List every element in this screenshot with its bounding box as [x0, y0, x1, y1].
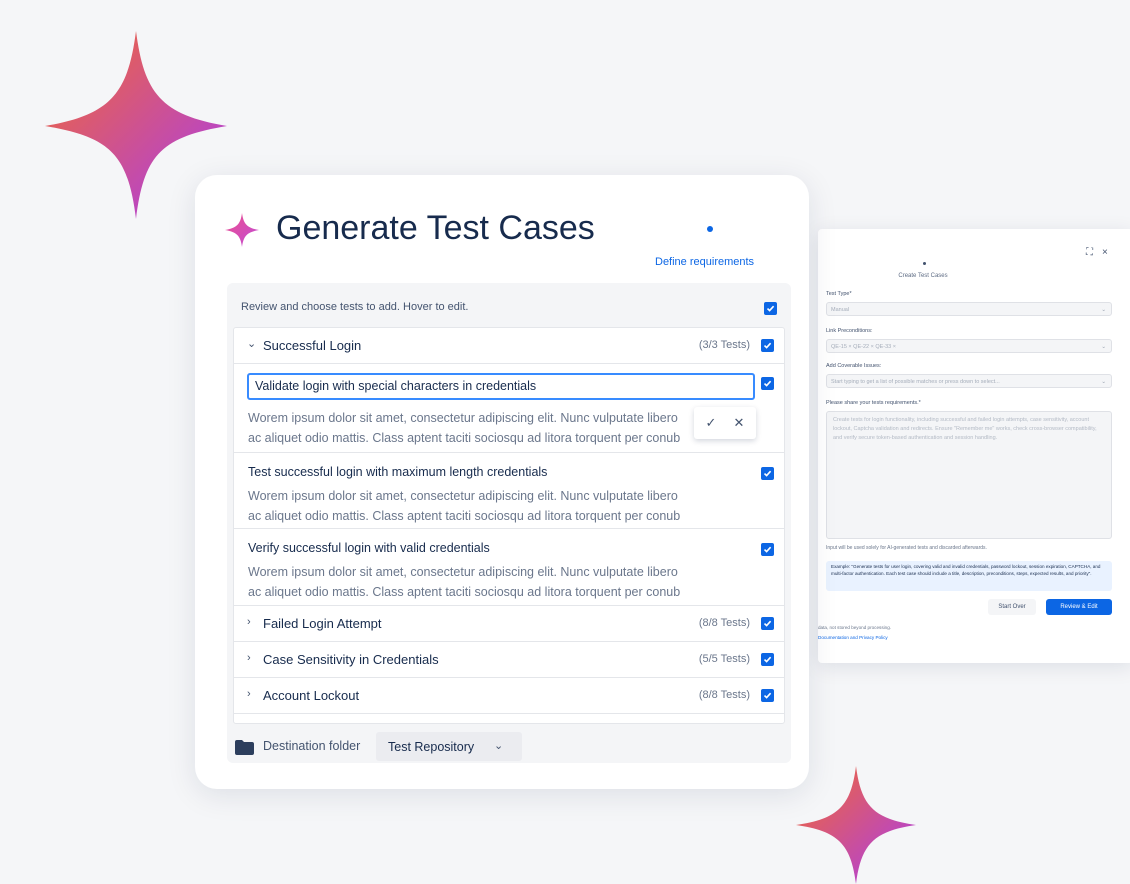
step-dot [923, 262, 926, 265]
test-type-select[interactable]: Manual ⌄ [826, 302, 1112, 316]
destination-folder-select[interactable]: Test Repository ⌄ [376, 732, 522, 761]
select-all-checkbox[interactable] [764, 302, 777, 315]
link-preconditions-label: Link Preconditions: [826, 328, 873, 334]
test-title: Verify successful login with valid crede… [248, 541, 490, 555]
test-description: Worem ipsum dolor sit amet, consectetur … [248, 489, 681, 523]
group-failed-login-attempt[interactable]: › Failed Login Attempt (8/8 Tests) [234, 606, 784, 642]
confirm-edit-icon[interactable]: ✓ [700, 413, 722, 433]
test-title-input[interactable]: Validate login with special characters i… [247, 373, 755, 400]
review-panel: Review and choose tests to add. Hover to… [227, 283, 791, 763]
step-define-requirements[interactable]: Define requirements [655, 256, 754, 268]
test-description: Worem ipsum dolor sit amet, consectetur … [248, 411, 681, 445]
test-checkbox[interactable] [761, 377, 774, 390]
requirements-textarea[interactable]: Create tests for login functionality, in… [826, 411, 1112, 539]
destination-folder-value: Test Repository [388, 740, 475, 754]
close-icon[interactable]: × [1102, 247, 1108, 258]
sparkle-small-icon [796, 766, 916, 884]
test-checkbox[interactable] [761, 467, 774, 480]
group-checkbox[interactable] [761, 653, 774, 666]
requirements-label: Please share your tests requirements.* [826, 400, 921, 406]
create-test-cases-dialog: Create Test Cases ⛶ × Test Type* Manual ⌄… [818, 229, 1130, 663]
link-preconditions-select[interactable]: QE-15 × QE-22 × QE-33 × ⌄ [826, 339, 1112, 353]
group-checkbox[interactable] [761, 339, 774, 352]
group-account-lockout[interactable]: › Account Lockout (8/8 Tests) [234, 678, 784, 714]
coverable-issues-select[interactable]: Start typing to get a list of possible m… [826, 374, 1112, 388]
canvas: Create Test Cases ⛶ × Test Type* Manual ⌄… [10, 8, 1130, 884]
footer-text: data, not stored beyond processing. [818, 625, 892, 630]
group-case-sensitivity[interactable]: › Case Sensitivity in Credentials (5/5 T… [234, 642, 784, 678]
chevron-right-icon[interactable]: › [247, 616, 251, 628]
test-item[interactable]: Test successful login with maximum lengt… [234, 453, 784, 529]
dialog-title: Create Test Cases [898, 273, 948, 279]
test-type-label: Test Type* [826, 291, 852, 297]
group-count: (8/8 Tests) [698, 689, 750, 701]
group-count: (3/3 Tests) [698, 339, 750, 351]
privacy-hint: Input will be used solely for AI-generat… [826, 545, 987, 551]
group-count: (8/8 Tests) [698, 617, 750, 629]
group-checkbox[interactable] [761, 689, 774, 702]
group-name: Account Lockout [263, 688, 360, 703]
ai-sparkle-icon [225, 213, 259, 252]
test-title: Test successful login with maximum lengt… [248, 465, 548, 479]
destination-folder-label: Destination folder [263, 739, 361, 753]
group-name: Failed Login Attempt [263, 616, 382, 631]
edit-actions: ✓ ✕ [694, 407, 756, 439]
test-item-editing[interactable]: Validate login with special characters i… [234, 364, 784, 453]
group-successful-login[interactable]: ⌄ Successful Login (3/3 Tests) [234, 328, 784, 364]
chevron-down-icon: ⌄ [1101, 344, 1106, 350]
folder-icon [235, 740, 254, 760]
test-list: ⌄ Successful Login (3/3 Tests) Validate … [233, 327, 785, 724]
review-edit-button[interactable]: Review & Edit [1046, 599, 1112, 615]
chevron-down-icon: ⌄ [1101, 379, 1106, 385]
group-name: Successful Login [263, 338, 362, 353]
privacy-policy-link[interactable]: Documentation and Privacy Policy [818, 635, 888, 640]
start-over-button[interactable]: Start Over [988, 599, 1036, 615]
step-indicator-dot [707, 226, 713, 232]
group-count: (5/5 Tests) [698, 653, 750, 665]
cancel-edit-icon[interactable]: ✕ [728, 413, 750, 433]
review-instructions: Review and choose tests to add. Hover to… [241, 301, 469, 313]
generate-test-cases-card: Generate Test Cases Define requirements … [195, 175, 809, 789]
coverable-issues-label: Add Coverable Issues: [826, 363, 882, 369]
page-title: Generate Test Cases [276, 209, 595, 247]
chevron-right-icon[interactable]: › [247, 652, 251, 664]
group-checkbox[interactable] [761, 617, 774, 630]
chevron-right-icon[interactable]: › [247, 688, 251, 700]
test-checkbox[interactable] [761, 543, 774, 556]
chevron-down-icon: ⌄ [494, 740, 504, 752]
chevron-down-icon[interactable]: ⌄ [247, 337, 256, 350]
group-name: Case Sensitivity in Credentials [263, 652, 439, 667]
example-note: Example: "Generate tests for user login,… [826, 561, 1112, 591]
test-item[interactable]: Verify successful login with valid crede… [234, 529, 784, 606]
test-description: Worem ipsum dolor sit amet, consectetur … [248, 565, 681, 599]
chevron-down-icon: ⌄ [1101, 307, 1106, 313]
expand-icon[interactable]: ⛶ [1086, 247, 1093, 258]
